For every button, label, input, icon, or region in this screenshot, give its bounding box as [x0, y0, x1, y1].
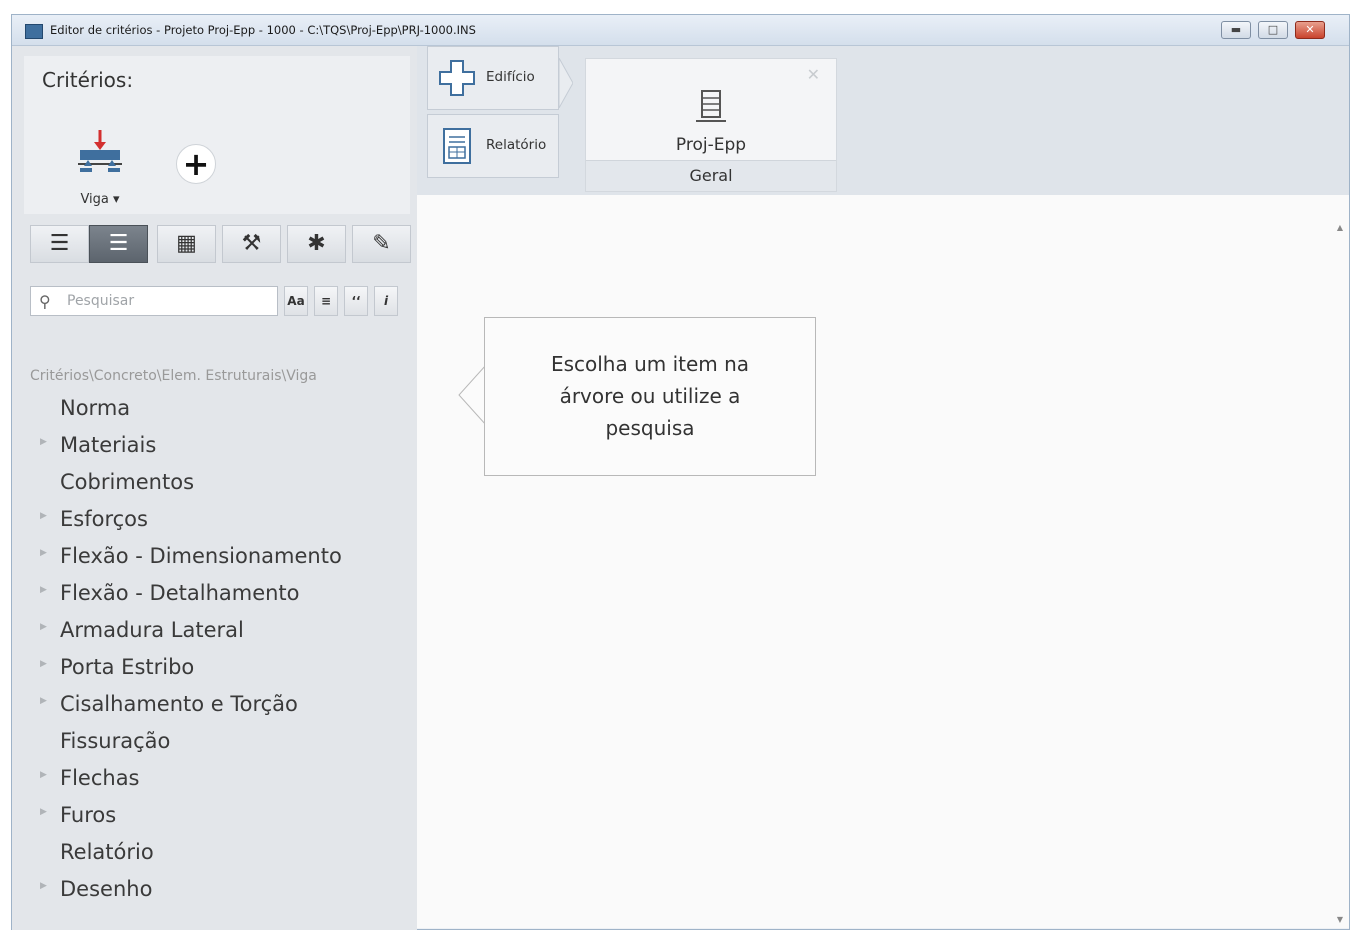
whole-word-button[interactable]: ≡ [314, 286, 338, 316]
building-icon [696, 90, 726, 122]
close-icon[interactable]: ✕ [807, 65, 820, 84]
expand-arrow-icon[interactable]: ▶ [40, 881, 47, 891]
tree-item[interactable]: Fissuração [30, 722, 410, 759]
search-icon: ⚲ [39, 292, 51, 311]
breadcrumb-arrow [559, 58, 573, 108]
close-icon[interactable]: ✕ [1295, 21, 1325, 39]
window-title: Editor de critérios - Projeto Proj-Epp -… [50, 23, 476, 37]
app-icon [25, 24, 43, 39]
building-plus-icon [439, 60, 475, 96]
expand-arrow-icon[interactable]: ▶ [40, 807, 47, 817]
expand-arrow-icon[interactable]: ▶ [40, 548, 47, 558]
tree-item[interactable]: Norma [30, 389, 410, 426]
pencil-icon[interactable]: ✎ [352, 225, 411, 263]
info-button[interactable]: i [374, 286, 398, 316]
title-bar: Editor de critérios - Projeto Proj-Epp -… [12, 15, 1349, 46]
quote-button[interactable]: ‘‘ [344, 286, 368, 316]
project-card[interactable]: ✕ Proj-Epp Geral [585, 58, 837, 192]
tree-item-label: Cobrimentos [60, 470, 195, 494]
tree-item-label: Norma [60, 396, 131, 420]
editor-window: Editor de critérios - Projeto Proj-Epp -… [11, 14, 1350, 930]
tooltip-pointer [458, 365, 487, 425]
expand-arrow-icon[interactable]: ▶ [40, 585, 47, 595]
tree-item-label: Flechas [60, 766, 140, 790]
left-panel: Critérios: Viga ▾ + ☰ ☰ ▦ ⚒ ✱ ✎ ⚲ Pesqui… [12, 46, 417, 930]
expand-arrow-icon[interactable]: ▶ [40, 511, 47, 521]
tree-item[interactable]: Cobrimentos [30, 463, 410, 500]
scroll-down-icon[interactable]: ▼ [1337, 915, 1343, 924]
list-detailed-icon[interactable]: ☰ [89, 225, 148, 263]
tree-item[interactable]: ▶ Desenho [30, 870, 410, 907]
content-area: Escolha um item na árvore ou utilize a p… [417, 195, 1349, 928]
tree-item[interactable]: ▶ Flexão - Dimensionamento [30, 537, 410, 574]
tree-item[interactable]: Relatório [30, 833, 410, 870]
scroll-up-icon[interactable]: ▲ [1337, 223, 1343, 232]
project-name: Proj-Epp [675, 135, 747, 155]
tree-item-label: Relatório [60, 840, 154, 864]
tree-item[interactable]: ▶ Porta Estribo [30, 648, 410, 685]
beam-type-label: Viga ▾ [80, 192, 120, 207]
relatorio-label: Relatório [486, 137, 547, 153]
maximize-icon[interactable]: □ [1258, 21, 1288, 39]
search-placeholder: Pesquisar [67, 293, 135, 309]
beam-icon [78, 130, 122, 172]
tree-item[interactable]: ▶ Furos [30, 796, 410, 833]
tree-item-label: Materiais [60, 433, 157, 457]
tree-item[interactable]: ▶ Flexão - Detalhamento [30, 574, 410, 611]
hint-line-1: Escolha um item na [550, 352, 750, 376]
criteria-header: Critérios: Viga ▾ + [24, 56, 410, 214]
tree-item-label: Cisalhamento e Torção [60, 692, 298, 716]
wrench-icon[interactable]: ⚒ [222, 225, 281, 263]
beam-type-selector[interactable]: Viga ▾ [72, 130, 128, 210]
expand-arrow-icon[interactable]: ▶ [40, 696, 47, 706]
tree-item-label: Furos [60, 803, 117, 827]
tree-item[interactable]: ▶ Materiais [30, 426, 410, 463]
criteria-title: Critérios: [42, 68, 134, 92]
project-section: Geral [586, 160, 836, 191]
criteria-tree: Norma ▶ Materiais Cobrimentos ▶ Esforços ▶ Flex… [30, 389, 410, 907]
relatorio-button[interactable]: Relatório [427, 114, 559, 178]
edificio-button[interactable]: Edifício [427, 46, 559, 110]
tree-item-label: Esforços [60, 507, 148, 531]
add-criteria-button[interactable]: + [176, 144, 216, 184]
expand-arrow-icon[interactable]: ▶ [40, 437, 47, 447]
view-toolbar: ☰ ☰ ▦ ⚒ ✱ ✎ [30, 225, 412, 265]
tree-item-label: Flexão - Dimensionamento [60, 544, 342, 568]
match-case-button[interactable]: Aa [284, 286, 308, 316]
search-input[interactable]: ⚲ Pesquisar [30, 286, 278, 316]
edificio-label: Edifício [486, 69, 535, 85]
tree-item-label: Flexão - Detalhamento [60, 581, 300, 605]
tree-item[interactable]: ▶ Armadura Lateral [30, 611, 410, 648]
navigation-area: Edifício Relatório ✕ Proj-Epp Geral [417, 46, 1349, 195]
list-grid-icon[interactable]: ▦ [157, 225, 216, 263]
tree-item-label: Desenho [60, 877, 153, 901]
tree-item-label: Porta Estribo [60, 655, 195, 679]
tree-item-label: Armadura Lateral [60, 618, 244, 642]
tree-item[interactable]: ▶ Flechas [30, 759, 410, 796]
breadcrumb: Critérios\Concreto\Elem. Estruturais\Vig… [30, 368, 317, 384]
report-icon [443, 128, 471, 164]
hint-line-2: árvore ou utilize a [559, 384, 741, 408]
expand-arrow-icon[interactable]: ▶ [40, 770, 47, 780]
tree-item[interactable]: ▶ Esforços [30, 500, 410, 537]
expand-arrow-icon[interactable]: ▶ [40, 622, 47, 632]
minimize-icon[interactable]: ▬ [1221, 21, 1251, 39]
list-lines-icon[interactable]: ☰ [30, 225, 89, 263]
asterisk-icon[interactable]: ✱ [287, 225, 346, 263]
expand-arrow-icon[interactable]: ▶ [40, 659, 47, 669]
tree-item-label: Fissuração [60, 729, 171, 753]
tree-item[interactable]: ▶ Cisalhamento e Torção [30, 685, 410, 722]
hint-tooltip: Escolha um item na árvore ou utilize a p… [484, 317, 816, 476]
hint-line-3: pesquisa [605, 416, 695, 440]
